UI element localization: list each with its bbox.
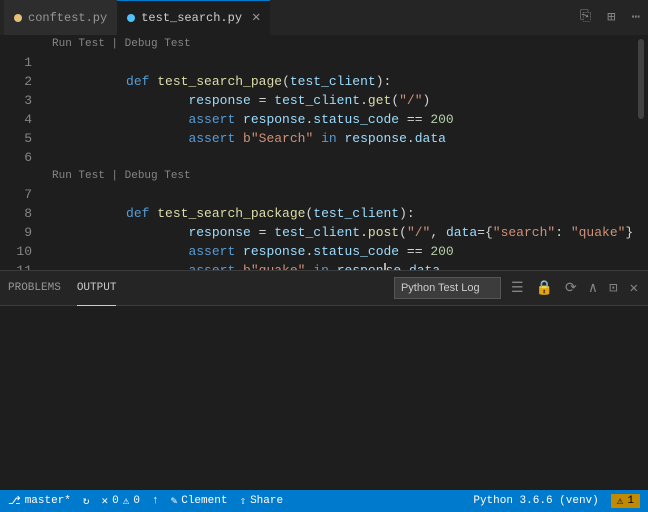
debug-test-link-1[interactable]: Debug Test bbox=[125, 38, 191, 50]
status-bar: ⎇ master* ↻ ✕ 0 ⚠ 0 ↑ ✎ Clement ⇧ Share … bbox=[0, 490, 648, 512]
git-branch-label: master* bbox=[25, 495, 71, 507]
copy-icon[interactable]: ⎘ bbox=[576, 7, 595, 28]
assert-kw-1: assert bbox=[188, 112, 243, 127]
code-line-1: def test_search_page(test_client): bbox=[48, 53, 626, 72]
author-name: Clement bbox=[181, 495, 227, 507]
ln-10: 10 bbox=[0, 242, 32, 261]
close-panel-icon[interactable]: ✕ bbox=[628, 278, 640, 299]
panel-content bbox=[0, 306, 648, 490]
paren-close-1: ): bbox=[376, 74, 392, 89]
panel-tab-actions: Python Test Log ☰ 🔒 ⟳ ∧ ⊡ ✕ bbox=[394, 277, 640, 299]
git-branch-item[interactable]: ⎇ master* bbox=[8, 494, 71, 508]
fn-test-search-page: test_search_page bbox=[157, 74, 282, 89]
keyword-def-1: def bbox=[126, 74, 157, 89]
ln-4: 4 bbox=[0, 110, 32, 129]
ln-11: 11 bbox=[0, 261, 32, 270]
ln-5: 5 bbox=[0, 129, 32, 148]
author-label: ✎ bbox=[171, 494, 178, 508]
separator-1: | bbox=[111, 38, 124, 50]
panel-tabs-bar: PROBLEMS OUTPUT Python Test Log ☰ 🔒 ⟳ ∧ … bbox=[0, 271, 648, 306]
share-icon: ⇧ bbox=[239, 494, 246, 508]
error-count: 0 bbox=[112, 495, 119, 507]
tab-close-icon[interactable]: ✕ bbox=[252, 11, 260, 25]
scrollbar-track[interactable] bbox=[634, 35, 648, 270]
warning-count: 0 bbox=[133, 495, 140, 507]
panel-tab-problems[interactable]: PROBLEMS bbox=[8, 271, 61, 306]
clear-output-icon[interactable]: ☰ bbox=[509, 278, 526, 299]
ln-2: 2 bbox=[0, 72, 32, 91]
publish-item[interactable]: ↑ bbox=[152, 495, 159, 507]
run-test-link-2[interactable]: Run Test bbox=[52, 170, 105, 182]
run-debug-bar-2: Run Test | Debug Test bbox=[48, 167, 626, 185]
share-item[interactable]: ⇧ Share bbox=[239, 494, 283, 508]
code-line-6 bbox=[48, 148, 626, 167]
run-debug-bar-1: Run Test | Debug Test bbox=[48, 35, 626, 53]
scrollbar-thumb[interactable] bbox=[638, 39, 644, 119]
python-version-label: Python 3.6.6 (venv) bbox=[473, 495, 598, 507]
editor-main: 1 2 3 4 5 6 7 8 9 10 11 Run Test | Deb bbox=[0, 35, 648, 270]
editor-container: 1 2 3 4 5 6 7 8 9 10 11 Run Test | Deb bbox=[0, 35, 648, 270]
warning-triangle-icon: ⚠ bbox=[617, 494, 624, 508]
ln-3: 3 bbox=[0, 91, 32, 110]
tab-label-test-search: test_search.py bbox=[141, 11, 242, 25]
file-dot-yellow bbox=[14, 14, 22, 22]
sync-icon: ↻ bbox=[83, 494, 90, 508]
sync-item[interactable]: ↻ bbox=[83, 494, 90, 508]
file-dot-blue bbox=[127, 14, 135, 22]
var-response-1: response bbox=[188, 93, 250, 108]
panel-area: PROBLEMS OUTPUT Python Test Log ☰ 🔒 ⟳ ∧ … bbox=[0, 270, 648, 490]
code-area: 1 2 3 4 5 6 7 8 9 10 11 Run Test | Deb bbox=[0, 35, 648, 270]
tab-bar-actions: ⎘ ⊞ ⋯ bbox=[576, 7, 644, 28]
ln-8: 8 bbox=[0, 204, 32, 223]
ln-6: 6 bbox=[0, 148, 32, 167]
publish-icon: ↑ bbox=[152, 495, 159, 507]
share-label: Share bbox=[250, 495, 283, 507]
ln-9: 9 bbox=[0, 223, 32, 242]
separator-2: | bbox=[111, 170, 124, 182]
author-item[interactable]: ✎ Clement bbox=[171, 494, 228, 508]
errors-item[interactable]: ✕ 0 ⚠ 0 bbox=[102, 494, 140, 508]
git-branch-icon: ⎇ bbox=[8, 494, 21, 508]
log-type-select[interactable]: Python Test Log bbox=[394, 277, 501, 299]
warning-badge-count: 1 bbox=[627, 495, 634, 507]
error-icon: ✕ bbox=[102, 494, 109, 508]
panel-tab-output[interactable]: OUTPUT bbox=[77, 271, 117, 306]
run-test-link-1[interactable]: Run Test bbox=[52, 38, 105, 50]
assert-kw-3: assert bbox=[188, 244, 243, 259]
maximize-panel-icon[interactable]: ⊡ bbox=[607, 278, 619, 299]
scroll-up-icon[interactable]: ⟳ bbox=[563, 278, 579, 299]
param-test-client-1: test_client bbox=[290, 74, 376, 89]
assert-kw-4: assert bbox=[188, 263, 243, 270]
code-content[interactable]: Run Test | Debug Test def test_search_pa… bbox=[40, 35, 634, 270]
tab-bar: conftest.py test_search.py ✕ ⎘ ⊞ ⋯ bbox=[0, 0, 648, 35]
warning-icon: ⚠ bbox=[123, 494, 130, 508]
ln-7: 7 bbox=[0, 185, 32, 204]
python-version-item[interactable]: Python 3.6.6 (venv) bbox=[473, 495, 598, 507]
paren-open-1: ( bbox=[282, 74, 290, 89]
lock-scroll-icon[interactable]: 🔒 bbox=[534, 278, 555, 299]
tab-test-search[interactable]: test_search.py ✕ bbox=[117, 0, 270, 35]
debug-test-link-2[interactable]: Debug Test bbox=[125, 170, 191, 182]
collapse-panel-icon[interactable]: ∧ bbox=[587, 278, 599, 299]
ln-1: 1 bbox=[0, 53, 32, 72]
warning-badge-item[interactable]: ⚠ 1 bbox=[611, 494, 640, 508]
tab-conftest[interactable]: conftest.py bbox=[4, 0, 117, 35]
more-icon[interactable]: ⋯ bbox=[628, 7, 644, 28]
line-numbers: 1 2 3 4 5 6 7 8 9 10 11 bbox=[0, 35, 40, 270]
fn-test-search-package: test_search_package bbox=[157, 206, 305, 221]
keyword-def-2: def bbox=[126, 206, 157, 221]
tab-label-conftest: conftest.py bbox=[28, 11, 107, 25]
assert-kw-2: assert bbox=[188, 131, 243, 146]
code-line-7: def test_search_package(test_client): bbox=[48, 185, 626, 204]
split-editor-icon[interactable]: ⊞ bbox=[603, 7, 619, 28]
